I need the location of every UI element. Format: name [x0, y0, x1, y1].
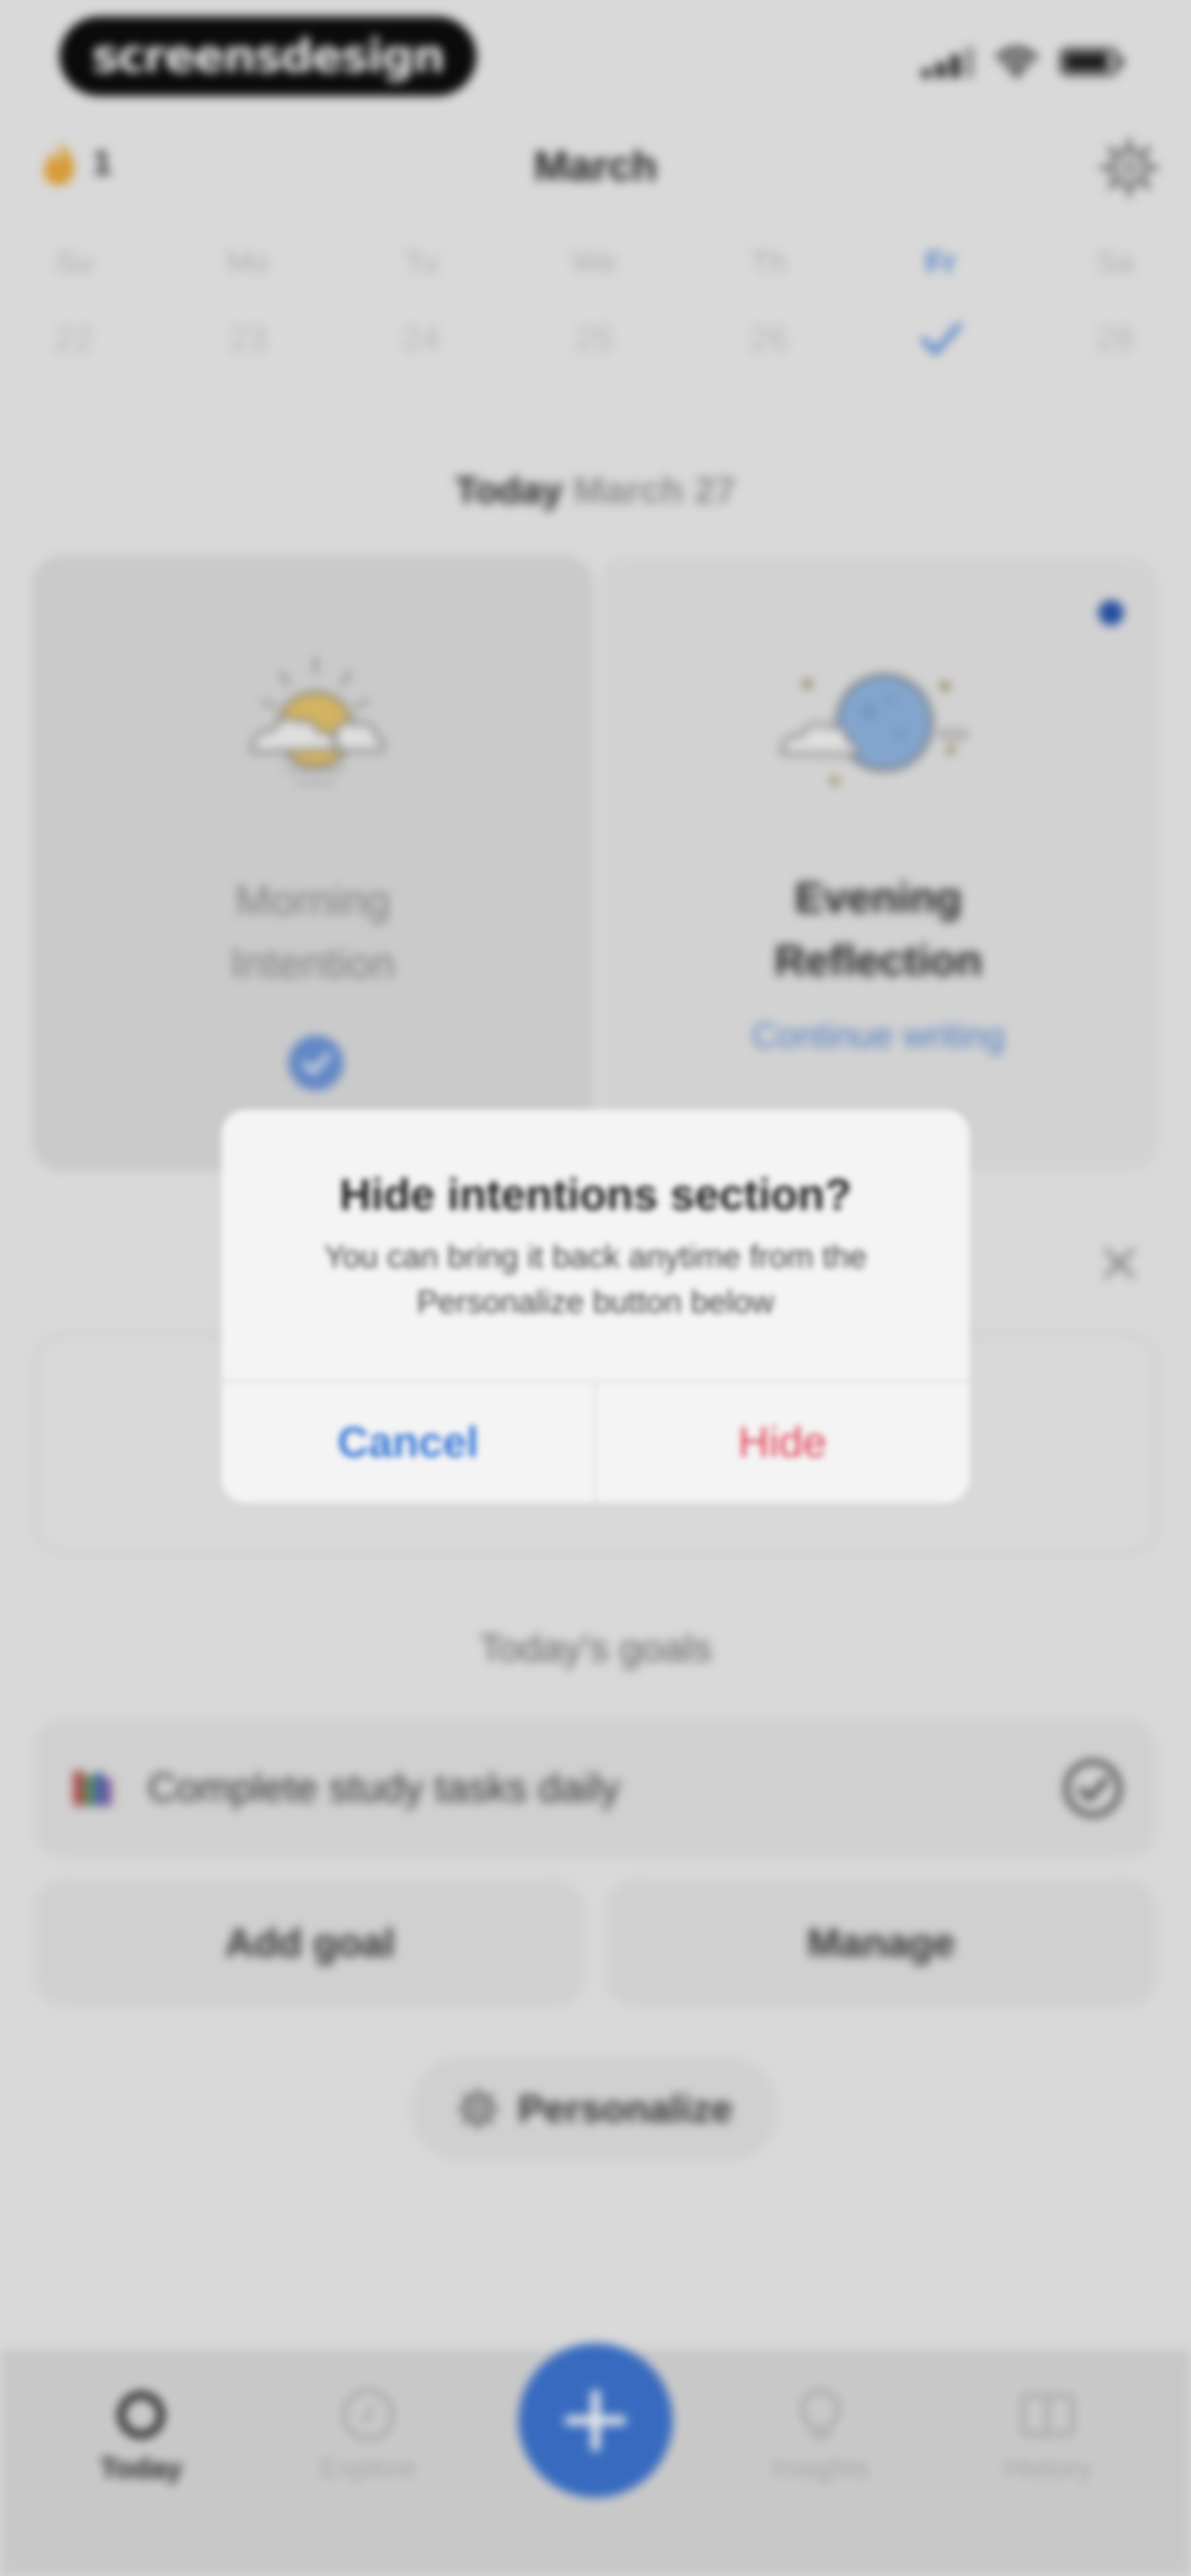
dialog-message: You can bring it back anytime from the P…	[255, 1234, 936, 1325]
hide-button[interactable]: Hide	[596, 1382, 969, 1503]
dialog-message-line1: You can bring it back anytime from the	[324, 1239, 867, 1275]
app-screen: screensdesign 1 March Su Mo Tu We Th Fr …	[0, 0, 1191, 2576]
dialog-message-line2: Personalize button below	[416, 1284, 775, 1320]
dialog-title: Hide intentions section?	[339, 1170, 852, 1219]
cancel-button[interactable]: Cancel	[222, 1382, 594, 1503]
hide-intentions-dialog: Hide intentions section? You can bring i…	[222, 1110, 969, 1503]
